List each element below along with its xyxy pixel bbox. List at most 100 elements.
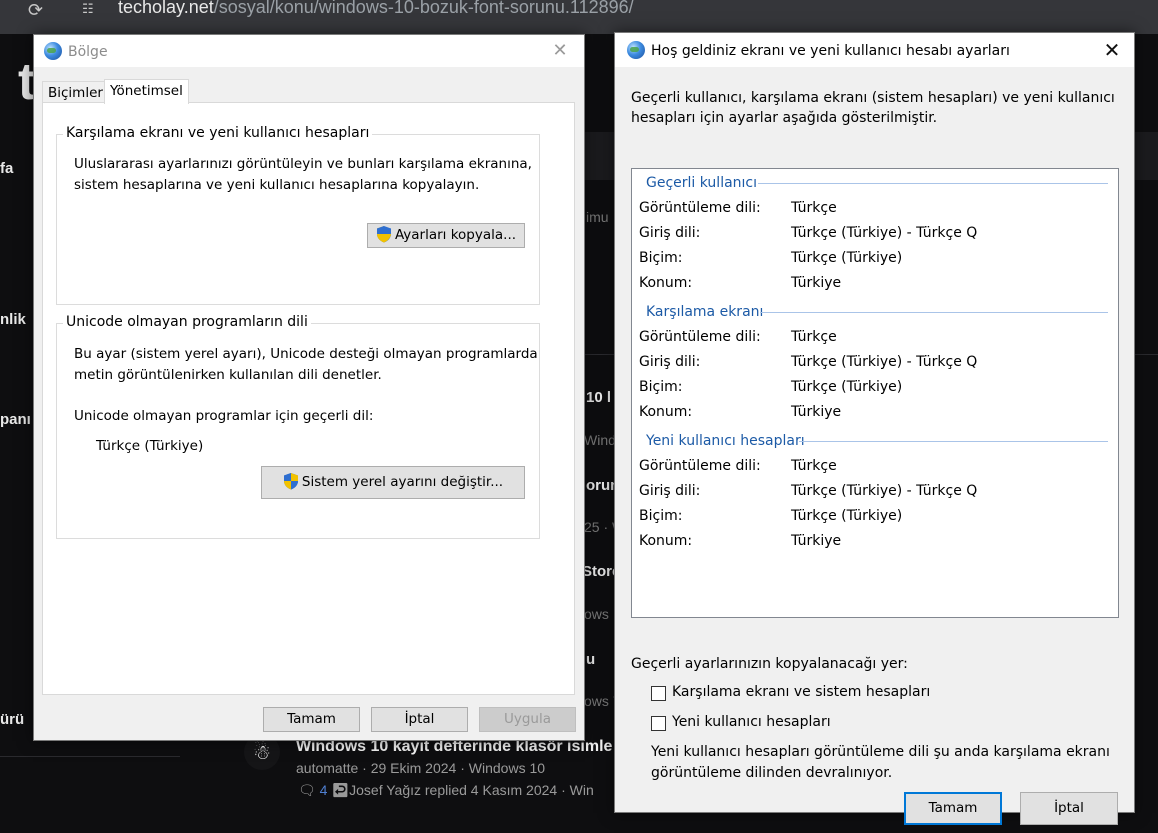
welcome-title: Hoş geldiniz ekranı ve yeni kullanıcı he… xyxy=(651,43,1010,59)
row-value: Türkçe xyxy=(791,458,837,474)
row-key: Konum: xyxy=(639,275,693,291)
sidebar-fragment: nlik xyxy=(0,311,26,328)
reply-count: 4 xyxy=(319,782,328,798)
content-fragment: u xyxy=(586,651,596,668)
thread-author[interactable]: automatte xyxy=(296,760,358,776)
current-language-value: Türkçe (Türkiye) xyxy=(96,438,204,454)
row-value: Türkiye xyxy=(791,404,842,420)
current-language-label: Unicode olmayan programlar için geçerli … xyxy=(74,408,374,424)
row-key: Konum: xyxy=(639,533,693,549)
last-reply-text[interactable]: Josef Yağız replied 4 Kasım 2024 · Win xyxy=(349,782,594,798)
row-key: Görüntüleme dili: xyxy=(639,329,761,345)
row-key: Biçim: xyxy=(639,250,683,266)
row-value: Türkçe (Türkiye) - Türkçe Q xyxy=(791,483,978,499)
row-value: Türkçe xyxy=(791,329,837,345)
section-heading-welcome-screen: Karşılama ekranı xyxy=(646,304,764,320)
group-description: Uluslararası ayarlarınızı görüntüleyin v… xyxy=(74,156,532,172)
row-key: Biçim: xyxy=(639,508,683,524)
copy-settings-label: Ayarları kopyala... xyxy=(394,227,517,243)
copy-target-label: Geçerli ayarlarınızın kopyalanacağı yer: xyxy=(631,656,908,672)
thread-forum[interactable]: Windows 10 xyxy=(469,760,545,776)
comment-icon: 🗨 xyxy=(298,782,316,798)
change-system-locale-button[interactable]: Sistem yerel ayarını değiştir... xyxy=(261,466,525,499)
apply-button[interactable]: Uygula xyxy=(479,707,576,732)
section-divider xyxy=(758,183,1108,184)
welcome-settings-dialog: Hoş geldiniz ekranı ve yeni kullanıcı he… xyxy=(614,32,1135,825)
checkbox-new-users[interactable] xyxy=(651,716,666,731)
cancel-button[interactable]: İptal xyxy=(1020,792,1118,825)
intro-text: Geçerli kullanıcı, karşılama ekranı (sis… xyxy=(631,90,1115,106)
reload-icon[interactable]: ⟳ xyxy=(28,0,43,21)
non-unicode-group: Unicode olmayan programların dili Bu aya… xyxy=(56,314,540,539)
row-key: Görüntüleme dili: xyxy=(639,458,761,474)
section-divider xyxy=(799,441,1108,442)
row-value: Türkiye xyxy=(791,533,842,549)
content-fragment: 10 l xyxy=(586,389,612,406)
section-heading-new-users: Yeni kullanıcı hesapları xyxy=(646,433,805,449)
row-value: Türkçe (Türkiye) - Türkçe Q xyxy=(791,225,978,241)
row-key: Konum: xyxy=(639,404,693,420)
checkbox-welcome-screen[interactable] xyxy=(651,686,666,701)
group-description: sistem hesaplarına ve yeni kullanıcı hes… xyxy=(74,177,480,193)
section-heading-current-user: Geçerli kullanıcı xyxy=(646,175,758,191)
bolge-dialog: Bölge ✕ Biçimler Yönetimsel Karşılama ek… xyxy=(33,34,585,741)
sidebar-fragment: panı xyxy=(0,411,31,428)
uac-shield-icon xyxy=(283,473,298,490)
close-icon[interactable]: ✕ xyxy=(542,37,578,65)
checkbox-label[interactable]: Karşılama ekranı ve sistem hesapları xyxy=(672,684,930,700)
section-divider xyxy=(760,312,1108,313)
row-value: Türkiye xyxy=(791,275,842,291)
globe-icon xyxy=(44,42,62,60)
bolge-titlebar[interactable]: Bölge ✕ xyxy=(34,35,584,67)
yonetimsel-panel: Karşılama ekranı ve yeni kullanıcı hesap… xyxy=(42,102,575,695)
ok-button[interactable]: Tamam xyxy=(263,707,360,732)
group-label: Karşılama ekranı ve yeni kullanıcı hesap… xyxy=(63,125,373,141)
row-key: Giriş dili: xyxy=(639,483,701,499)
inheritance-note: Yeni kullanıcı hesapları görüntüleme dil… xyxy=(651,744,1110,760)
ok-button[interactable]: Tamam xyxy=(904,792,1002,825)
row-key: Giriş dili: xyxy=(639,225,701,241)
row-value: Türkçe (Türkiye) - Türkçe Q xyxy=(791,354,978,370)
settings-summary-list[interactable]: Geçerli kullanıcı Görüntüleme dili: Türk… xyxy=(631,168,1119,618)
globe-icon xyxy=(627,41,645,59)
tab-bicimler[interactable]: Biçimler xyxy=(42,81,109,103)
content-fragment: imu xyxy=(586,209,609,225)
group-description: metin görüntülenirken kullanılan dili de… xyxy=(74,367,382,383)
url-path: /sosyal/konu/windows-10-bozuk-font-sorun… xyxy=(213,0,634,17)
row-value: Türkçe (Türkiye) xyxy=(791,250,903,266)
uac-shield-icon xyxy=(376,226,391,243)
group-label: Unicode olmayan programların dili xyxy=(63,314,311,330)
row-value: Türkçe xyxy=(791,200,837,216)
inheritance-note: görüntüleme dilinden devralınıyor. xyxy=(651,765,893,781)
sidebar-fragment: fa xyxy=(0,160,14,177)
thread-date: 29 Ekim 2024 xyxy=(370,760,457,776)
row-key: Biçim: xyxy=(639,379,683,395)
sidebar-fragment: ürü xyxy=(0,711,25,728)
url-host: techolay.net xyxy=(118,0,214,17)
thread-reply-meta: 🗨 4 ↩Josef Yağız replied 4 Kasım 2024 · … xyxy=(298,782,594,799)
row-value: Türkçe (Türkiye) xyxy=(791,379,903,395)
welcome-body: Geçerli kullanıcı, karşılama ekranı (sis… xyxy=(615,67,1134,825)
row-key: Görüntüleme dili: xyxy=(639,200,761,216)
bolge-title: Bölge xyxy=(68,44,108,60)
intro-text: hesapları için ayarlar aşağıda gösterilm… xyxy=(631,110,938,126)
row-key: Giriş dili: xyxy=(639,354,701,370)
close-icon[interactable]: ✕ xyxy=(1094,36,1130,64)
url-field[interactable]: techolay.net/sosyal/konu/windows-10-bozu… xyxy=(118,0,634,18)
tab-yonetimsel[interactable]: Yönetimsel xyxy=(104,79,189,104)
cancel-button[interactable]: İptal xyxy=(371,707,468,732)
content-fragment: Wind xyxy=(584,432,616,448)
change-system-locale-label: Sistem yerel ayarını değiştir... xyxy=(301,474,504,490)
copy-settings-button[interactable]: Ayarları kopyala... xyxy=(367,223,525,248)
reply-icon: ↩ xyxy=(331,782,350,798)
thread-meta: automatte · 29 Ekim 2024 · Windows 10 xyxy=(296,760,546,776)
divider xyxy=(0,756,180,757)
row-value: Türkçe (Türkiye) xyxy=(791,508,903,524)
site-settings-icon[interactable]: ☷ xyxy=(82,2,102,20)
checkbox-label[interactable]: Yeni kullanıcı hesapları xyxy=(672,714,831,730)
browser-address-bar: ⟳ ☷ techolay.net/sosyal/konu/windows-10-… xyxy=(0,0,1158,34)
group-description: Bu ayar (sistem yerel ayarı), Unicode de… xyxy=(74,346,538,362)
welcome-titlebar[interactable]: Hoş geldiniz ekranı ve yeni kullanıcı he… xyxy=(615,33,1134,67)
content-fragment: ows xyxy=(584,606,609,622)
welcome-settings-group: Karşılama ekranı ve yeni kullanıcı hesap… xyxy=(56,125,540,305)
